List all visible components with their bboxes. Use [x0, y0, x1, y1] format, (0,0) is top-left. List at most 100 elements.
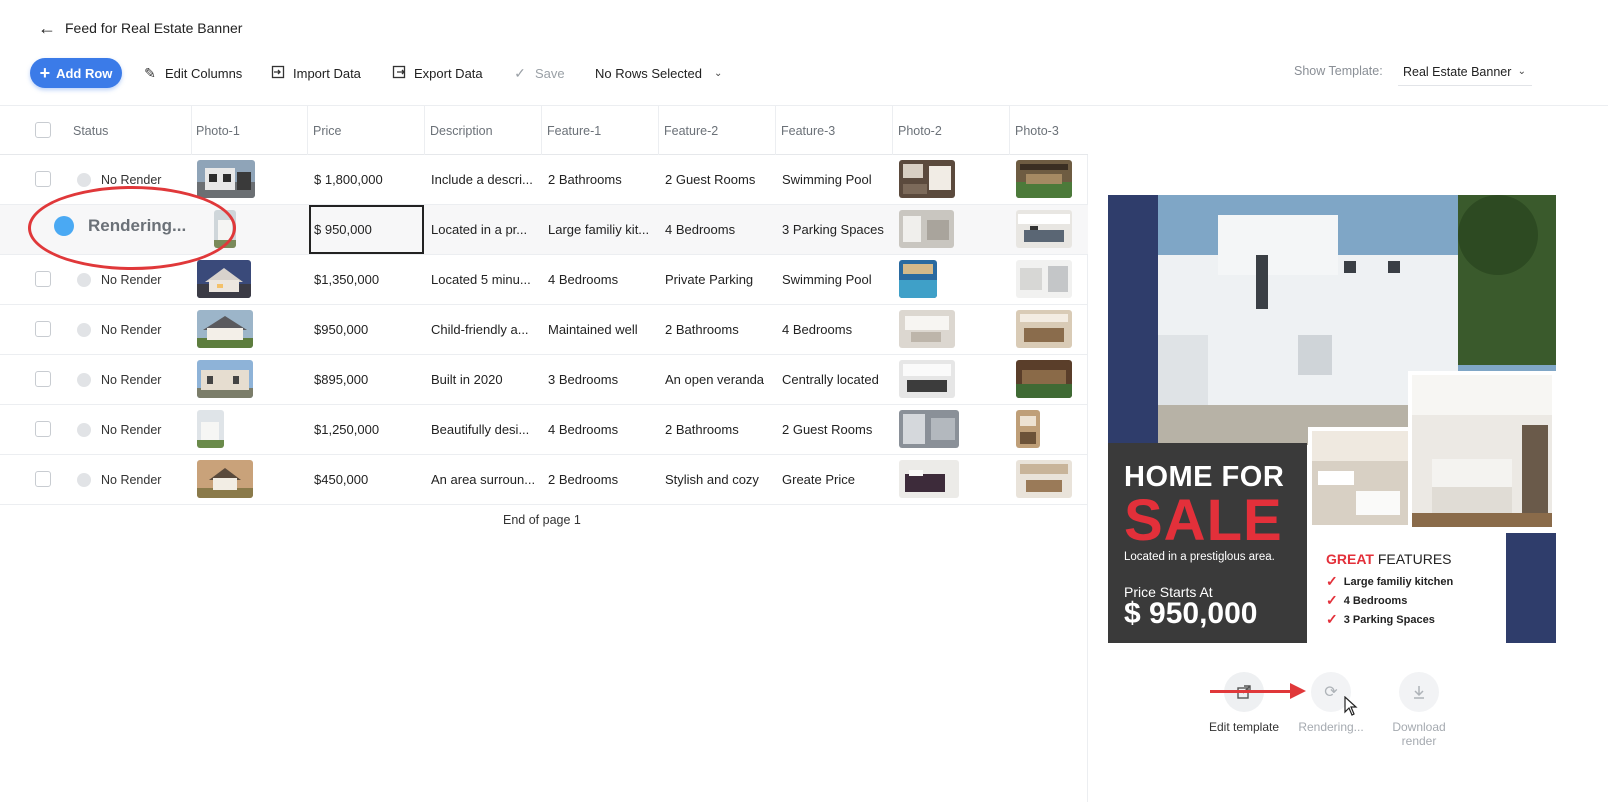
photo-1-thumbnail[interactable]	[197, 310, 253, 348]
rendering-button[interactable]: ⟳ Rendering...	[1288, 672, 1374, 734]
description-cell[interactable]: Include a descri...	[425, 155, 541, 204]
photo-3-thumbnail[interactable]	[1016, 410, 1040, 448]
edit-columns-button[interactable]: ✎ Edit Columns	[143, 58, 242, 88]
save-label: Save	[535, 65, 565, 81]
photo-2-thumbnail[interactable]	[899, 210, 954, 248]
description-cell[interactable]: An area surroun...	[425, 455, 541, 504]
feature-text: Maintained well	[548, 322, 638, 337]
photo-3-thumbnail[interactable]	[1016, 160, 1072, 198]
arrow-left-icon[interactable]: ←	[38, 18, 58, 39]
description-cell[interactable]: Located in a pr...	[425, 205, 541, 254]
photo-1-thumbnail[interactable]	[197, 360, 253, 398]
column-header-price[interactable]: Price	[307, 106, 341, 155]
photo-2-thumbnail[interactable]	[899, 460, 959, 498]
table-row[interactable]: No Render $950,000 Child-friendly a... M…	[0, 305, 1088, 355]
price-cell[interactable]: $950,000	[308, 305, 424, 354]
template-select[interactable]: Real Estate Banner ⌄	[1398, 58, 1532, 86]
feature-3-cell[interactable]: 4 Bedrooms	[776, 305, 892, 354]
photo-2-thumbnail[interactable]	[899, 260, 937, 298]
photo-2-thumbnail[interactable]	[899, 410, 959, 448]
download-render-button[interactable]: Download render	[1376, 672, 1462, 748]
photo-2-thumbnail[interactable]	[899, 310, 955, 348]
description-cell[interactable]: Beautifully desi...	[425, 405, 541, 454]
photo-1-thumbnail[interactable]	[197, 160, 255, 198]
show-template-label: Show Template:	[1294, 64, 1383, 78]
row-checkbox[interactable]	[35, 421, 51, 437]
table-row[interactable]: No Render $895,000 Built in 2020 3 Bedro…	[0, 355, 1088, 405]
feature-text: Large familiy kitchen	[1343, 575, 1454, 588]
feature-3-cell[interactable]: Swimming Pool	[776, 255, 892, 304]
features-word: FEATURES	[1377, 551, 1452, 567]
price-cell[interactable]: $895,000	[308, 355, 424, 404]
feature-text: 4 Bedrooms	[548, 422, 619, 437]
row-checkbox[interactable]	[35, 271, 51, 287]
add-row-button[interactable]: + Add Row	[30, 58, 122, 88]
feature-3-cell[interactable]: 2 Guest Rooms	[776, 405, 892, 454]
toolbar: + Add Row ✎ Edit Columns Import Data Exp…	[0, 58, 1608, 88]
column-header-feature-1[interactable]: Feature-1	[541, 106, 601, 155]
feature-3-cell[interactable]: Swimming Pool	[776, 155, 892, 204]
annotation-arrow	[1210, 690, 1294, 693]
rows-selected-dropdown[interactable]: No Rows Selected ⌄	[595, 58, 722, 88]
feature-1-cell[interactable]: Maintained well	[542, 305, 658, 354]
select-all-checkbox[interactable]	[35, 122, 51, 138]
feature-2-cell[interactable]: An open veranda	[659, 355, 775, 404]
price-cell[interactable]: $1,250,000	[308, 405, 424, 454]
description-cell[interactable]: Built in 2020	[425, 355, 541, 404]
feature-1-cell[interactable]: 4 Bedrooms	[542, 255, 658, 304]
photo-1-thumbnail[interactable]	[197, 410, 224, 448]
description-cell[interactable]: Located 5 minu...	[425, 255, 541, 304]
photo-3-thumbnail[interactable]	[1016, 360, 1072, 398]
photo-2-thumbnail[interactable]	[899, 160, 955, 198]
feature-2-cell[interactable]: 2 Bathrooms	[659, 405, 775, 454]
photo-1-thumbnail[interactable]	[197, 460, 253, 498]
column-header-feature-2[interactable]: Feature-2	[658, 106, 718, 155]
export-data-button[interactable]: Export Data	[392, 58, 483, 88]
feature-1-cell[interactable]: 3 Bedrooms	[542, 355, 658, 404]
row-checkbox[interactable]	[35, 371, 51, 387]
banner-feature-item: ✓ Large familiy kitchen	[1326, 573, 1453, 590]
table-row[interactable]: No Render $1,250,000 Beautifully desi...…	[0, 405, 1088, 455]
price-cell[interactable]: $ 1,800,000	[308, 155, 424, 204]
export-data-label: Export Data	[414, 65, 483, 81]
column-header-photo-3[interactable]: Photo-3	[1009, 106, 1059, 155]
row-checkbox[interactable]	[35, 171, 51, 187]
price-cell[interactable]: $1,350,000	[308, 255, 424, 304]
import-data-button[interactable]: Import Data	[271, 58, 361, 88]
photo-1-thumbnail[interactable]	[197, 260, 251, 298]
photo-3-thumbnail[interactable]	[1016, 460, 1072, 498]
feature-3-cell[interactable]: Centrally located	[776, 355, 892, 404]
column-header-feature-3[interactable]: Feature-3	[775, 106, 835, 155]
feature-2-cell[interactable]: Private Parking	[659, 255, 775, 304]
column-header-status[interactable]: Status	[67, 106, 108, 155]
photo-3-thumbnail[interactable]	[1016, 210, 1072, 248]
description-cell[interactable]: Child-friendly a...	[425, 305, 541, 354]
column-header-description[interactable]: Description	[424, 106, 493, 155]
edit-template-button[interactable]: Edit template	[1201, 672, 1287, 734]
feature-2-cell[interactable]: 2 Bathrooms	[659, 305, 775, 354]
feature-text: Centrally located	[782, 372, 879, 387]
description-text: Beautifully desi...	[431, 422, 530, 437]
feature-2-cell[interactable]: 2 Guest Rooms	[659, 155, 775, 204]
price-cell[interactable]: $ 950,000	[308, 205, 424, 254]
column-header-photo-1[interactable]: Photo-1	[190, 106, 240, 155]
feature-3-cell[interactable]: 3 Parking Spaces	[776, 205, 892, 254]
save-button[interactable]: ✓ Save	[513, 58, 565, 88]
table-row[interactable]: No Render $450,000 An area surroun... 2 …	[0, 455, 1088, 505]
export-icon	[392, 65, 406, 82]
feature-3-cell[interactable]: Greate Price	[776, 455, 892, 504]
feature-text: Greate Price	[782, 472, 855, 487]
price-cell[interactable]: $450,000	[308, 455, 424, 504]
row-checkbox[interactable]	[35, 471, 51, 487]
row-checkbox[interactable]	[35, 321, 51, 337]
feature-1-cell[interactable]: Large familiy kit...	[542, 205, 658, 254]
feature-2-cell[interactable]: 4 Bedrooms	[659, 205, 775, 254]
column-header-photo-2[interactable]: Photo-2	[892, 106, 942, 155]
photo-3-thumbnail[interactable]	[1016, 260, 1072, 298]
feature-2-cell[interactable]: Stylish and cozy	[659, 455, 775, 504]
photo-2-thumbnail[interactable]	[899, 360, 955, 398]
feature-1-cell[interactable]: 2 Bedrooms	[542, 455, 658, 504]
feature-1-cell[interactable]: 2 Bathrooms	[542, 155, 658, 204]
feature-1-cell[interactable]: 4 Bedrooms	[542, 405, 658, 454]
photo-3-thumbnail[interactable]	[1016, 310, 1072, 348]
